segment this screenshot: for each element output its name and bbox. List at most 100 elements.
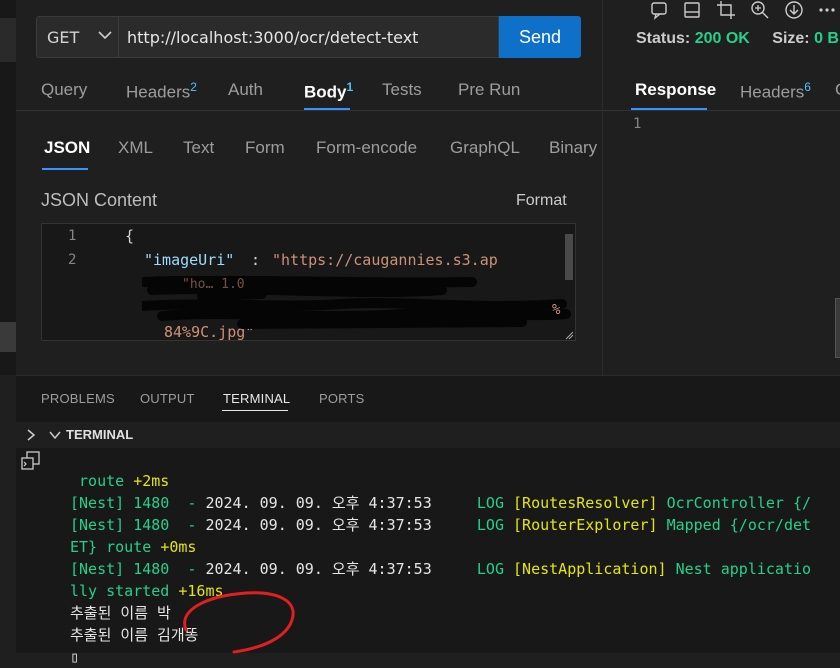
tab-label: Tests — [382, 80, 422, 99]
send-button[interactable]: Send — [499, 16, 581, 58]
tab-label: Body — [304, 82, 347, 102]
active-format-indicator — [42, 168, 88, 170]
panel-tab-problems[interactable]: PROBLEMS — [41, 391, 115, 406]
terminal-text: [RouterExplorer] — [513, 516, 667, 534]
json-content-label: JSON Content — [41, 190, 158, 210]
format-tab-xml[interactable]: XML — [118, 138, 153, 158]
active-panel-tab-indicator — [222, 410, 288, 411]
terminal-text: [Nest] 1480 - — [70, 494, 206, 512]
panel-tab-output[interactable]: OUTPUT — [140, 391, 195, 406]
tab-label: Auth — [228, 80, 263, 99]
terminal-text: LOG — [431, 516, 514, 534]
request-panel: GET http://localhost:3000/ocr/detect-tex… — [16, 0, 602, 375]
tab-pre-run[interactable]: Pre Run — [458, 80, 520, 100]
format-tab-binary[interactable]: Binary — [549, 138, 597, 158]
url-input[interactable]: http://localhost:3000/ocr/detect-text — [118, 16, 499, 58]
method-label: GET — [47, 28, 80, 47]
terminal-text: Mapped {/ocr/det — [666, 516, 812, 534]
terminal-text: ▯ — [70, 648, 80, 666]
tab-response-headers[interactable]: Headers6 — [740, 80, 811, 103]
format-tab-form[interactable]: Form — [245, 138, 285, 158]
status-value: 200 OK — [694, 30, 750, 47]
chevron-down-icon[interactable] — [48, 428, 62, 442]
line-number: 1 — [68, 228, 77, 244]
format-tab-form-encode[interactable]: Form-encode — [316, 138, 417, 158]
terminal-text: 추출된 이름 박 — [70, 604, 171, 622]
tab-tests[interactable]: Tests — [382, 80, 422, 100]
tab-count-badge: 2 — [190, 80, 197, 94]
terminal-text: ET} route — [70, 538, 161, 556]
tab-headers[interactable]: Headers2 — [126, 80, 197, 103]
terminal-line: [Nest] 1480 - 2024. 09. 09. 오후 4:37:53 L… — [70, 558, 811, 580]
crop-icon[interactable] — [716, 0, 736, 20]
tab-body[interactable]: Body1 — [304, 80, 353, 103]
line-number: 2 — [68, 252, 77, 268]
json-colon: : — [242, 251, 270, 269]
download-icon[interactable] — [784, 0, 804, 20]
terminal-text: 2024. 09. 09. 오후 4:37:53 — [205, 516, 432, 534]
tab-auth[interactable]: Auth — [228, 80, 263, 100]
redaction-scribble: "ho… 1.0 % — [142, 276, 571, 329]
terminal-text: Nest applicatio — [675, 560, 812, 578]
terminal-line: [Nest] 1480 - 2024. 09. 09. 오후 4:37:53 L… — [70, 514, 811, 536]
format-tab-json[interactable]: JSON — [44, 138, 90, 158]
json-key: "imageUri" — [144, 251, 235, 269]
resize-handle-icon[interactable] — [564, 330, 574, 340]
chevron-right-icon[interactable] — [24, 428, 38, 442]
url-text: http://localhost:3000/ocr/detect-text — [127, 28, 419, 47]
code-brace: { — [125, 227, 135, 245]
zoom-in-icon[interactable] — [750, 0, 770, 20]
terminal-text: +2ms — [133, 472, 170, 490]
size-value: 0 B — [814, 30, 839, 47]
redacted-fragment: % — [552, 302, 561, 318]
terminal-text: [NestApplication] — [513, 560, 676, 578]
terminal-text: +0ms — [160, 538, 197, 556]
more-icon[interactable] — [817, 0, 837, 20]
terminal-header[interactable]: TERMINAL — [16, 422, 840, 448]
response-status: Status: 200 OK Size: 0 B — [636, 30, 839, 48]
json-editor[interactable]: 1 2 { "imageUri" : "https://caugannies.s… — [41, 223, 576, 341]
terminal-line: route +2ms — [70, 470, 811, 492]
terminal-text: OcrController {/ — [666, 494, 812, 512]
response-scrollbar[interactable] — [835, 298, 840, 358]
tab-divider — [603, 110, 840, 111]
method-select[interactable]: GET — [36, 16, 118, 58]
line-number: 1 — [633, 116, 642, 132]
terminal-text: [Nest] 1480 - — [70, 560, 206, 578]
tab-response[interactable]: Response — [635, 80, 716, 100]
tab-response-cookies[interactable]: C — [835, 80, 840, 100]
panel-tab-ports[interactable]: PORTS — [319, 391, 365, 406]
terminal-text: LOG — [431, 560, 514, 578]
tab-query[interactable]: Query — [41, 80, 87, 100]
strip-highlight — [0, 322, 16, 352]
format-tab-text[interactable]: Text — [183, 138, 214, 158]
format-tab-graphql[interactable]: GraphQL — [450, 138, 520, 158]
tab-label: C — [835, 80, 840, 99]
bottom-panel: PROBLEMS OUTPUT TERMINAL PORTS TERMINAL … — [16, 375, 840, 666]
editor-scrollbar[interactable] — [565, 234, 573, 280]
terminal-session-icon[interactable] — [20, 450, 42, 472]
comment-icon[interactable] — [649, 0, 669, 20]
tab-divider — [16, 110, 602, 111]
terminal-text: [RoutesResolver] — [513, 494, 667, 512]
layout-icon[interactable] — [682, 0, 702, 20]
redacted-fragment: "ho… 1.0 — [182, 277, 245, 292]
format-button[interactable]: Format — [516, 192, 567, 210]
terminal-line: ET} route +0ms — [70, 536, 811, 558]
tab-label: Headers — [126, 82, 191, 102]
terminal-text: lly started — [70, 582, 179, 600]
terminal-line: [Nest] 1480 - 2024. 09. 09. 오후 4:37:53 L… — [70, 492, 811, 514]
chevron-down-icon — [98, 31, 112, 40]
activity-strip — [0, 0, 16, 375]
terminal-text: 2024. 09. 09. 오후 4:37:53 — [205, 560, 432, 578]
tab-label: Pre Run — [458, 80, 521, 99]
terminal-section-title: TERMINAL — [66, 427, 134, 442]
red-annotation-circle — [183, 591, 295, 654]
tab-label: Query — [41, 80, 88, 99]
strip-highlight — [0, 18, 16, 62]
tab-count-badge: 6 — [804, 80, 811, 94]
response-panel: Status: 200 OK Size: 0 B Response Header… — [602, 0, 840, 375]
size-label: Size: — [772, 30, 810, 47]
terminal-text: 2024. 09. 09. 오후 4:37:53 — [205, 494, 432, 512]
panel-tab-terminal[interactable]: TERMINAL — [223, 391, 290, 406]
